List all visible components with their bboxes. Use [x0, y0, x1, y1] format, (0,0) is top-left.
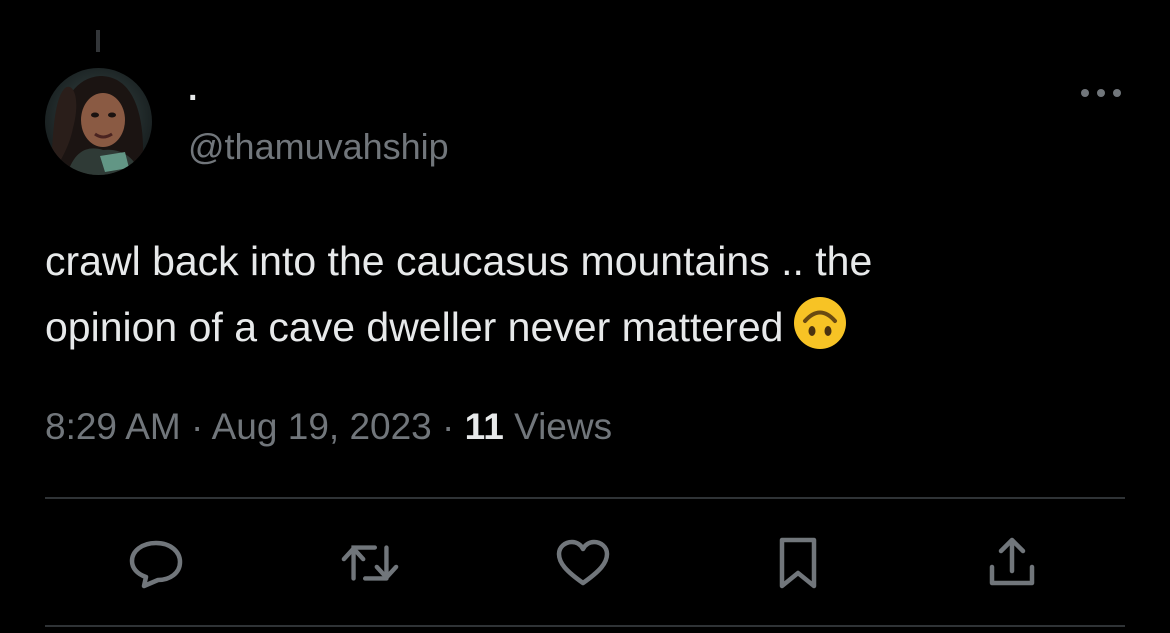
upside-down-face-icon: [793, 296, 847, 369]
meta-separator: ·: [191, 406, 204, 447]
tweet-text-line-1: crawl back into the caucasus mountains .…: [45, 238, 873, 284]
more-horizontal-icon: [1081, 89, 1121, 97]
divider-bottom: [45, 625, 1125, 627]
display-name[interactable]: ·: [188, 78, 199, 118]
meta-separator-2: ·: [442, 406, 455, 447]
bookmark-button[interactable]: [768, 533, 828, 593]
user-handle[interactable]: @thamuvahship: [188, 126, 449, 168]
tweet-date[interactable]: Aug 19, 2023: [212, 406, 432, 447]
reply-button[interactable]: [126, 533, 186, 593]
heart-icon: [556, 539, 610, 586]
share-button[interactable]: [982, 533, 1042, 593]
avatar-image: [45, 68, 152, 175]
views-label[interactable]: Views: [514, 406, 612, 447]
tweet-text: crawl back into the caucasus mountains .…: [45, 228, 1135, 369]
tweet-metadata: 8:29 AM · Aug 19, 2023 · 11 Views: [45, 402, 612, 452]
tweet-time[interactable]: 8:29 AM: [45, 406, 181, 447]
retweet-button[interactable]: [340, 533, 400, 593]
tweet-text-line-2: opinion of a cave dweller never mattered: [45, 304, 784, 350]
thread-connector-line: [96, 30, 100, 52]
bookmark-icon: [779, 537, 817, 589]
divider-top: [45, 497, 1125, 499]
more-options-button[interactable]: [1076, 78, 1126, 108]
views-count[interactable]: 11: [465, 406, 504, 447]
retweet-icon: [341, 545, 399, 581]
like-button[interactable]: [553, 533, 613, 593]
reply-icon: [129, 540, 183, 589]
share-icon: [989, 537, 1035, 586]
avatar[interactable]: [45, 68, 152, 175]
